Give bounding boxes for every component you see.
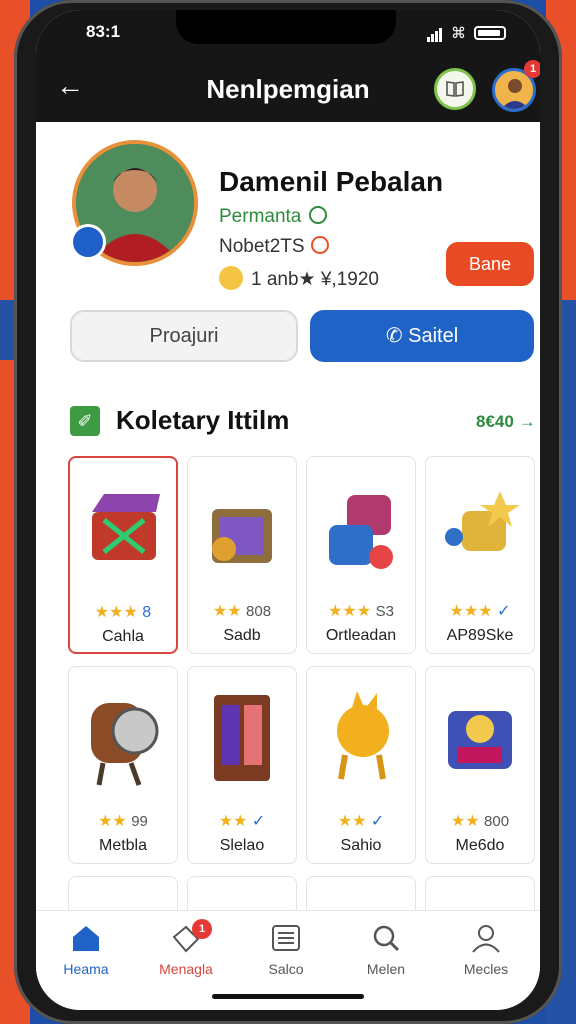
item-card[interactable]: ★★★ S3 Ortleadan — [306, 456, 416, 654]
status-bar: 83:1 ⌘ — [36, 10, 540, 54]
smiley-icon — [219, 266, 243, 290]
bookmark-book-button[interactable] — [434, 68, 476, 110]
item-stars: ★★★ — [449, 603, 493, 620]
user-icon — [472, 925, 500, 953]
clock-icon — [310, 236, 329, 254]
tab-label: Salco — [268, 961, 304, 977]
item-stars: ★★ — [450, 813, 480, 830]
cabinet-icon — [214, 695, 270, 781]
section-see-all-link[interactable]: 8€40 → — [476, 412, 536, 432]
item-extra: ✓ — [497, 603, 511, 620]
check-circle-icon — [309, 206, 328, 224]
tab-home[interactable]: Heama — [36, 923, 136, 977]
item-name: Metbla — [98, 837, 148, 854]
tab-label: Menagla — [159, 961, 213, 977]
search-icon — [373, 925, 400, 952]
collection-icon: ✐ — [70, 406, 100, 436]
secondary-button[interactable]: Proajuri — [70, 310, 298, 362]
item-extra: 8 — [142, 604, 152, 621]
item-rating: ★★ 800 — [426, 811, 534, 831]
list-icon — [272, 925, 300, 951]
item-stars: ★★ — [218, 813, 248, 830]
item-name: Slelao — [219, 837, 265, 854]
item-rating: ★★ ✓ — [307, 811, 415, 831]
section-title: Koletary Ittilm — [116, 405, 290, 435]
item-extra: ✓ — [251, 813, 266, 830]
item-rating: ★★ 808 — [188, 601, 296, 621]
item-rating: ★★ ✓ — [188, 811, 296, 831]
profile-note-text: Nobet2TS — [219, 236, 305, 257]
item-name: Sadb — [223, 627, 261, 644]
battery-icon — [474, 26, 506, 40]
item-name: AP89Ske — [446, 627, 514, 644]
item-name: Cahla — [102, 628, 144, 645]
profile-badge-icon — [70, 224, 106, 260]
item-card[interactable]: ★★ 99 Metbla — [68, 666, 178, 864]
item-stars: ★★ — [212, 603, 242, 620]
home-indicator — [212, 994, 364, 999]
signal-icon — [427, 24, 443, 42]
item-extra: 800 — [484, 813, 510, 830]
item-extra: 99 — [131, 813, 148, 830]
tab-profile[interactable]: Mecles — [436, 923, 536, 977]
tab-search[interactable]: Melen — [336, 923, 436, 977]
item-name: Sahio — [340, 837, 382, 854]
tab-badge: 1 — [192, 919, 212, 939]
status-time: 83:1 — [86, 22, 121, 41]
item-rating: ★★ 99 — [69, 811, 177, 831]
item-stars: ★★★ — [94, 604, 138, 621]
item-stars: ★★ — [98, 813, 127, 830]
item-rating: ★★★ ✓ — [426, 601, 534, 621]
treasure-box-icon — [212, 509, 272, 563]
gem-machine-icon — [448, 711, 512, 769]
item-rating: ★★★ S3 — [307, 601, 415, 621]
profile-rating-text: 1 anb★ ¥,1920 — [251, 269, 379, 290]
item-stars: ★★★ — [328, 603, 372, 620]
chevron-right-icon: → — [518, 412, 536, 431]
item-name: Me6do — [455, 837, 505, 854]
notification-badge: 1 — [524, 60, 540, 78]
item-card[interactable]: ★★★ ✓ AP89Ske — [425, 456, 535, 654]
home-icon — [73, 926, 99, 951]
item-extra: 808 — [246, 603, 272, 620]
top-app-bar: ← Nenlpemgian 1 — [36, 54, 540, 122]
item-name: Ortleadan — [325, 627, 397, 644]
profile-rating: 1 anb★ ¥,1920 — [219, 266, 379, 291]
barrel-machine-icon — [91, 703, 159, 786]
item-rating: ★★★ 8 — [70, 602, 176, 622]
item-extra: ✓ — [370, 813, 385, 830]
item-card[interactable]: ★★ ✓ Slelao — [187, 666, 297, 864]
profile-action-button[interactable]: Bane — [446, 242, 534, 286]
tab-label: Melen — [366, 961, 406, 977]
item-extra: S3 — [375, 603, 394, 620]
profile-status: Permanta — [219, 206, 328, 228]
profile-name: Damenil Pebalan — [219, 166, 444, 197]
status-icons: ⌘ — [427, 24, 506, 42]
tab-tags[interactable]: 1 Menagla — [136, 919, 236, 977]
chest-icon — [92, 494, 160, 560]
item-stars: ★★ — [337, 813, 367, 830]
item-card[interactable]: ★★ 808 Sadb — [187, 456, 297, 654]
section-link-text: 8€40 — [476, 412, 514, 431]
robot-gadget-icon — [329, 495, 393, 569]
primary-button-label: Saitel — [408, 325, 459, 347]
tab-label: Mecles — [463, 961, 509, 977]
profile-status-text: Permanta — [219, 206, 302, 227]
phone-frame: 83:1 ⌘ ← Nenlpemgian 1 Damenil Pebalan P… — [14, 0, 562, 1024]
tab-label: Heama — [63, 961, 109, 977]
golden-creature-icon — [337, 691, 389, 780]
profile-note: Nobet2TS — [219, 236, 329, 258]
item-card[interactable]: ★★ 800 Me6do — [425, 666, 535, 864]
wifi-icon: ⌘ — [451, 25, 466, 42]
screen: 83:1 ⌘ ← Nenlpemgian 1 Damenil Pebalan P… — [36, 10, 540, 1010]
book-icon — [446, 81, 464, 97]
camera-notch — [176, 10, 396, 44]
phone-icon: ✆ — [385, 325, 409, 347]
tab-list[interactable]: Salco — [236, 923, 336, 977]
item-card[interactable]: ★★ ✓ Sahio — [306, 666, 416, 864]
golden-machine-icon — [445, 491, 520, 551]
item-card[interactable]: ★★★ 8 Cahla — [68, 456, 178, 654]
primary-button[interactable]: ✆ Saitel — [310, 310, 534, 362]
